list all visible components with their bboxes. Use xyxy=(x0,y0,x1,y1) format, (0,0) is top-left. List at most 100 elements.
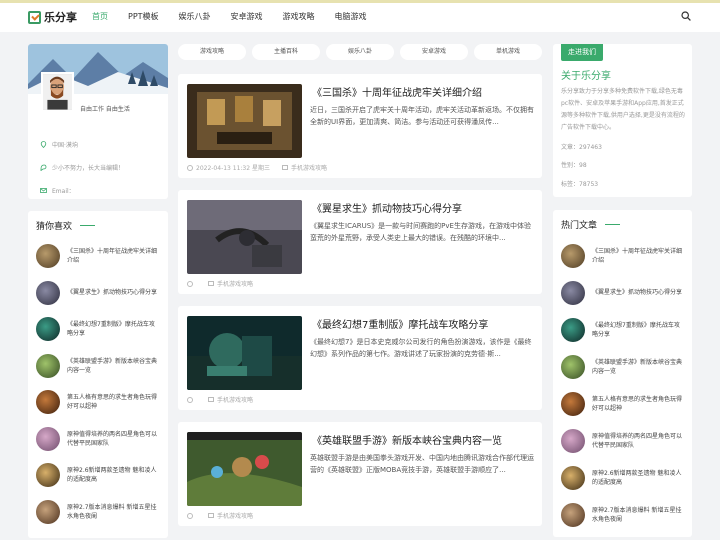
list-item-title[interactable]: 第五人格有意思的求生者角色玩得好可以超神 xyxy=(67,393,160,411)
list-item[interactable]: 《三国杀》十周年征战虎牢关详细介绍 xyxy=(36,238,160,275)
nav-ppt[interactable]: PPT模板 xyxy=(128,11,159,22)
category-tags: 游戏攻略 主播百科 娱乐八卦 安卓游戏 单机游戏 xyxy=(178,44,542,62)
article-excerpt: 《最终幻想7》是日本史克威尔公司发行的角色扮演游戏，该作是《最终幻想》系列作品的… xyxy=(310,338,532,358)
article-card[interactable]: 《英雄联盟手游》新版本峡谷宝典内容一览 英雄联盟手游是由美国拳头游戏开发、中国内… xyxy=(178,422,542,526)
list-item-title[interactable]: 原神2.7版本消息爆料 新增五星挂水角色夜阑 xyxy=(67,503,160,521)
list-item[interactable]: 《英雄联盟手游》新版本峡谷宝典内容一览 xyxy=(561,348,684,385)
avatar[interactable] xyxy=(41,72,74,112)
location-text: 中国·漠垧 xyxy=(52,142,78,149)
article-category[interactable]: 手机游戏攻略 xyxy=(217,395,253,404)
folder-icon xyxy=(281,165,288,170)
hot-articles-card: 热门文章 《三国杀》十周年征战虎牢关详细介绍 《翼星求生》抓动物技巧心得分享 《… xyxy=(553,210,692,537)
thumbnail xyxy=(36,353,60,378)
list-item-title[interactable]: 《三国杀》十周年征战虎牢关详细介绍 xyxy=(67,247,160,265)
guess-title-text: 猜你喜欢 xyxy=(36,222,73,232)
tag-streamer-wiki[interactable]: 主播百科 xyxy=(252,44,320,60)
nav-gossip[interactable]: 娱乐八卦 xyxy=(179,11,211,22)
thumbnail xyxy=(561,280,585,305)
logo-check-icon xyxy=(28,10,41,24)
list-item[interactable]: 《最终幻想7重制版》摩托战车攻略分享 xyxy=(36,311,160,348)
list-item-title[interactable]: 原神值得培养的两名四星角色可以代替平民国家队 xyxy=(67,430,160,448)
list-item-title[interactable]: 原神2.6新增两款圣遗物 魅和凌人的适配度高 xyxy=(592,469,684,487)
list-item-title[interactable]: 《英雄联盟手游》新版本峡谷宝典内容一览 xyxy=(67,357,160,375)
thumbnail xyxy=(36,463,60,488)
clock-icon xyxy=(187,280,193,287)
search-icon[interactable] xyxy=(681,11,691,21)
nav-game-guides[interactable]: 游戏攻略 xyxy=(283,11,315,22)
nav-home[interactable]: 首页 xyxy=(92,11,108,22)
list-item-title[interactable]: 原神2.7版本消息爆料 新增五星挂水角色夜阑 xyxy=(592,506,684,524)
article-card[interactable]: 《三国杀》十周年征战虎牢关详细介绍 近日，三国杀开启了虎牢关十周年活动，虎牢关活… xyxy=(178,74,542,178)
motto-icon xyxy=(40,164,47,171)
email-text: Email： xyxy=(52,188,75,195)
tag-single-player-games[interactable]: 单机游戏 xyxy=(474,44,542,60)
clock-icon xyxy=(187,512,193,519)
list-item[interactable]: 《最终幻想7重制版》摩托战车攻略分享 xyxy=(561,311,684,348)
article-title[interactable]: 《三国杀》十周年征战虎牢关详细介绍 xyxy=(312,84,482,99)
tag-android-games[interactable]: 安卓游戏 xyxy=(400,44,468,60)
title-underline xyxy=(80,225,96,226)
list-item-title[interactable]: 《翼星求生》抓动物技巧心得分享 xyxy=(67,288,157,297)
logo-text: 乐分享 xyxy=(44,11,77,24)
article-title[interactable]: 《英雄联盟手游》新版本峡谷宝典内容一览 xyxy=(312,432,502,447)
article-excerpt: 英雄联盟手游是由美国拳头游戏开发、中国内地由腾讯游戏合作部代理运营的《英雄联盟》… xyxy=(310,454,534,474)
tag-gossip[interactable]: 娱乐八卦 xyxy=(326,44,394,60)
article-title[interactable]: 《最终幻想7重制版》摩托战车攻略分享 xyxy=(312,316,488,331)
list-item[interactable]: 《三国杀》十周年征战虎牢关详细介绍 xyxy=(561,237,684,274)
list-item-title[interactable]: 第五人格有意思的求生者角色玩得好可以超神 xyxy=(592,395,684,413)
list-item-title[interactable]: 《三国杀》十周年征战虎牢关详细介绍 xyxy=(592,247,684,265)
article-meta: 手机游戏攻略 xyxy=(187,511,253,520)
article-category[interactable]: 手机游戏攻略 xyxy=(217,279,253,288)
article-card[interactable]: 《翼星求生》抓动物技巧心得分享 《翼星求生ICARUS》是一款与时间赛跑的PvE… xyxy=(178,190,542,294)
thumbnail xyxy=(561,465,585,490)
nav-android-games[interactable]: 安卓游戏 xyxy=(231,11,263,22)
right-sidebar: 走进我们 关于乐分享 乐分享致力于分享多种免费软件下载,绿色无毒pc软件、安卓及… xyxy=(553,44,692,537)
motto-text: 少小不努力，长大当编辑！ xyxy=(52,165,125,172)
profile-location: 中国·漠垧 xyxy=(40,133,124,156)
article-category[interactable]: 手机游戏攻略 xyxy=(291,163,327,172)
article-meta: 2022-04-13 11:32 星期三 手机游戏攻略 xyxy=(187,163,327,172)
article-thumbnail[interactable] xyxy=(187,432,302,506)
article-thumbnail[interactable] xyxy=(187,84,302,158)
article-date: 2022-04-13 11:32 星期三 xyxy=(196,165,270,172)
list-item[interactable]: 原神值得培养的两名四星角色可以代替平民国家队 xyxy=(36,421,160,458)
about-title: 关于乐分享 xyxy=(561,71,611,82)
folder-icon xyxy=(208,397,214,402)
list-item[interactable]: 第五人格有意思的求生者角色玩得好可以超神 xyxy=(561,385,684,422)
location-icon xyxy=(40,141,47,148)
stat-articles: 文章：297463 xyxy=(561,144,602,151)
list-item[interactable]: 第五人格有意思的求生者角色玩得好可以超神 xyxy=(36,384,160,421)
article-thumbnail[interactable] xyxy=(187,316,302,390)
thumbnail xyxy=(561,391,585,416)
list-item[interactable]: 原神值得培养的两名四星角色可以代替平民国家队 xyxy=(561,422,684,459)
article-thumbnail[interactable] xyxy=(187,200,302,274)
list-item-title[interactable]: 原神2.6新增两款圣遗物 魅和凌人的适配度高 xyxy=(67,466,160,484)
thumbnail xyxy=(36,280,60,305)
list-item[interactable]: 原神2.6新增两款圣遗物 魅和凌人的适配度高 xyxy=(36,457,160,494)
tag-game-guides[interactable]: 游戏攻略 xyxy=(178,44,246,60)
article-category[interactable]: 手机游戏攻略 xyxy=(217,511,253,520)
thumbnail xyxy=(561,428,585,453)
list-item[interactable]: 《翼星求生》抓动物技巧心得分享 xyxy=(561,274,684,311)
list-item-title[interactable]: 原神值得培养的两名四星角色可以代替平民国家队 xyxy=(592,432,684,450)
list-item-title[interactable]: 《最终幻想7重制版》摩托战车攻略分享 xyxy=(67,320,160,338)
article-title[interactable]: 《翼星求生》抓动物技巧心得分享 xyxy=(312,200,462,215)
list-item-title[interactable]: 《英雄联盟手游》新版本峡谷宝典内容一览 xyxy=(592,358,684,376)
list-item[interactable]: 原神2.7版本消息爆料 新增五星挂水角色夜阑 xyxy=(36,494,160,531)
hot-title: 热门文章 xyxy=(561,218,684,231)
follow-us-button[interactable]: 走进我们 xyxy=(561,44,603,61)
nav-pc-games[interactable]: 电脑游戏 xyxy=(335,11,367,22)
site-header: 乐分享 首页 PPT模板 娱乐八卦 安卓游戏 游戏攻略 电脑游戏 xyxy=(0,3,720,32)
list-item[interactable]: 原神2.6新增两款圣遗物 魅和凌人的适配度高 xyxy=(561,459,684,496)
about-description: 乐分享致力于分享多种免费软件下载,绿色无毒pc软件、安卓及苹果手游和App应用,… xyxy=(561,88,685,131)
list-item[interactable]: 《英雄联盟手游》新版本峡谷宝典内容一览 xyxy=(36,348,160,385)
thumbnail xyxy=(36,426,60,451)
article-card[interactable]: 《最终幻想7重制版》摩托战车攻略分享 《最终幻想7》是日本史克威尔公司发行的角色… xyxy=(178,306,542,410)
list-item[interactable]: 《翼星求生》抓动物技巧心得分享 xyxy=(36,275,160,312)
site-logo[interactable]: 乐分享 xyxy=(28,9,77,25)
title-underline xyxy=(605,224,621,225)
list-item-title[interactable]: 《翼星求生》抓动物技巧心得分享 xyxy=(592,288,682,297)
list-item-title[interactable]: 《最终幻想7重制版》摩托战车攻略分享 xyxy=(592,321,684,339)
stat-comments: 性别：98 xyxy=(561,162,587,169)
list-item[interactable]: 原神2.7版本消息爆料 新增五星挂水角色夜阑 xyxy=(561,496,684,533)
